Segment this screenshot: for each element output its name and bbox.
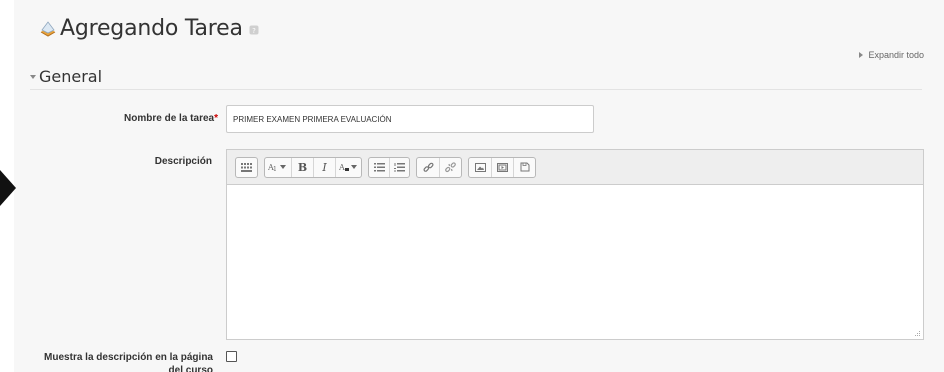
task-name-label-text: Nombre de la tarea <box>124 113 215 124</box>
unlink-icon[interactable] <box>439 157 461 177</box>
font-color-dropdown-icon[interactable]: A <box>335 157 361 177</box>
image-icon[interactable] <box>469 158 491 177</box>
page-heading: Agregando Tarea ? <box>38 14 259 42</box>
svg-text:1: 1 <box>273 166 277 172</box>
expand-triangle-icon <box>859 52 864 58</box>
bold-icon[interactable]: B <box>291 157 313 177</box>
help-icon[interactable]: ? <box>249 25 259 35</box>
font-style-dropdown-icon[interactable]: A1 <box>265 158 291 177</box>
unordered-list-icon[interactable] <box>369 158 389 177</box>
page-title: Agregando Tarea <box>60 15 243 41</box>
toolbar-group-toggle <box>235 156 258 178</box>
ordered-list-icon[interactable] <box>389 157 409 177</box>
svg-text:?: ? <box>252 27 256 35</box>
expand-all-link[interactable]: Expandir todo <box>859 50 924 60</box>
svg-text:A: A <box>339 163 345 172</box>
toolbar-group-media <box>468 156 536 178</box>
section-general-header[interactable]: General <box>30 64 922 90</box>
task-name-label: Nombre de la tarea* <box>94 113 218 124</box>
toolbar-group-lists <box>368 156 410 178</box>
section-title: General <box>39 67 103 86</box>
show-description-label: Muestra la descripción en la página del … <box>44 352 213 372</box>
media-icon[interactable] <box>491 157 513 177</box>
page: Agregando Tarea ? Expandir todo General … <box>0 0 944 372</box>
description-label: Descripción <box>154 156 212 167</box>
description-text-area[interactable] <box>227 186 923 339</box>
italic-icon[interactable]: I <box>313 157 335 177</box>
link-icon[interactable] <box>417 158 439 177</box>
assignment-icon <box>40 21 56 37</box>
edge-arrow-icon <box>0 170 16 206</box>
show-description-checkbox[interactable] <box>226 351 237 362</box>
manage-files-icon[interactable] <box>513 157 535 177</box>
task-name-input[interactable]: PRIMER EXAMEN PRIMERA EVALUACIÓN <box>226 105 594 133</box>
expand-all-label: Expandir todo <box>868 50 924 60</box>
toolbar-group-format: A1 B I A <box>264 156 362 178</box>
task-name-value: PRIMER EXAMEN PRIMERA EVALUACIÓN <box>233 114 392 124</box>
toolbar-toggle-icon[interactable] <box>236 158 257 177</box>
toolbar-group-links <box>416 156 462 178</box>
collapse-chevron-icon <box>30 74 36 79</box>
resize-handle-icon[interactable] <box>915 331 921 337</box>
description-editor[interactable]: A1 B I A <box>226 149 924 340</box>
editor-toolbar: A1 B I A <box>227 150 923 185</box>
required-marker: * <box>214 113 218 124</box>
